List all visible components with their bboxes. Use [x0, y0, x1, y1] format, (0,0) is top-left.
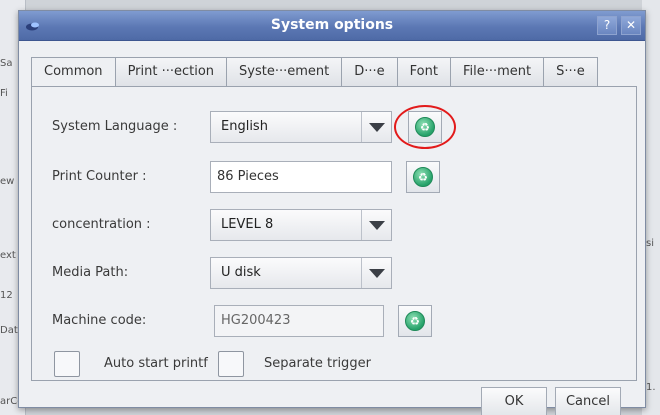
machine-code-label: Machine code: [52, 313, 147, 328]
auto-start-checkbox[interactable] [54, 351, 80, 377]
close-button[interactable]: ✕ [621, 16, 641, 35]
tab-device[interactable]: D···e [342, 57, 398, 87]
ok-button[interactable]: OK [481, 387, 547, 415]
tab-print-direction[interactable]: Print ···ection [115, 57, 228, 87]
recycle-reset-icon: ♻ [413, 167, 433, 187]
system-language-value: English [221, 119, 268, 134]
bg-label-ext: ext [0, 250, 16, 261]
print-counter-reset-button[interactable]: ♻ [406, 161, 440, 193]
auto-start-label: Auto start printf [104, 356, 208, 371]
bg-label-ew: ew [0, 176, 15, 187]
bg-label-12: 12 [0, 290, 13, 301]
common-settings-panel: System Language : English ♻ Print Counte… [31, 86, 637, 381]
highlight-annotation-ring [394, 105, 456, 149]
machine-code-input[interactable]: HG200423 [214, 305, 384, 337]
tab-system-management[interactable]: Syste···ement [227, 57, 343, 87]
tab-s-e[interactable]: S···e [544, 57, 598, 87]
bg-label-fi: Fi [0, 88, 8, 99]
help-button[interactable]: ? [597, 16, 617, 35]
tab-file-management[interactable]: File···ment [450, 57, 545, 87]
recycle-reset-icon: ♻ [405, 311, 425, 331]
media-path-select[interactable]: U disk [210, 257, 392, 289]
cancel-button[interactable]: Cancel [555, 387, 621, 415]
media-path-label: Media Path: [52, 265, 129, 280]
concentration-select[interactable]: LEVEL 8 [210, 209, 392, 241]
media-path-value: U disk [221, 265, 261, 280]
separate-trigger-checkbox[interactable] [218, 351, 244, 377]
concentration-label: concentration : [52, 217, 151, 232]
dialog-title: System options [270, 17, 394, 33]
system-options-dialog: System options ? ✕ Common Print ···ectio… [18, 10, 646, 415]
bg-label-sa: Sa [0, 58, 13, 69]
separate-trigger-label: Separate trigger [264, 356, 371, 371]
chevron-down-icon[interactable] [361, 112, 391, 142]
system-language-select[interactable]: English [210, 111, 392, 143]
concentration-value: LEVEL 8 [221, 217, 274, 232]
print-counter-input[interactable]: 86 Pieces [210, 161, 392, 193]
print-counter-label: Print Counter : [52, 169, 147, 184]
system-language-label: System Language : [52, 119, 178, 134]
chevron-down-icon[interactable] [361, 258, 391, 288]
tab-common[interactable]: Common [31, 57, 116, 88]
dialog-titlebar[interactable]: System options ? ✕ [19, 11, 645, 41]
bg-label-si: si [646, 238, 654, 249]
chevron-down-icon[interactable] [361, 210, 391, 240]
tab-font[interactable]: Font [397, 57, 451, 87]
bg-label-1: 1. [646, 382, 656, 393]
options-tabs: Common Print ···ection Syste···ement D··… [31, 57, 637, 88]
machine-code-reset-button[interactable]: ♻ [398, 305, 432, 337]
